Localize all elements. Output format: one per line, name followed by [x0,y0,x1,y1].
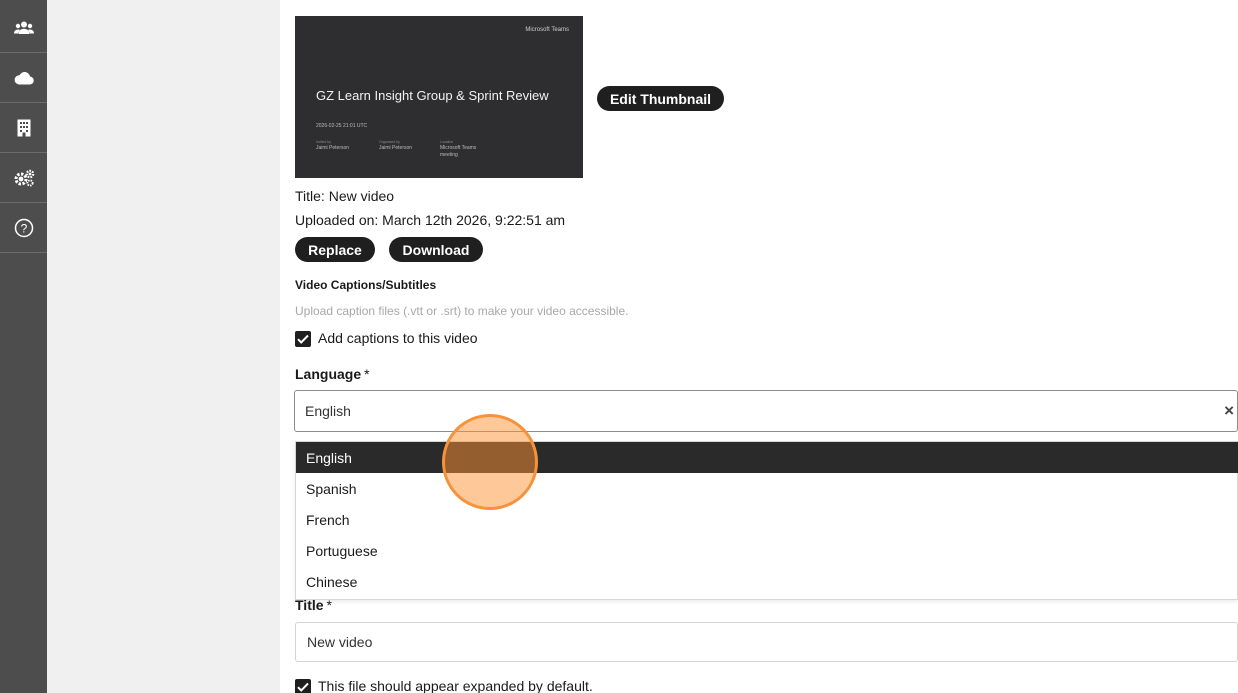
language-option-english[interactable]: English [296,442,1238,473]
checkmark-icon [297,334,309,344]
language-select-value: English [305,403,351,419]
edit-thumbnail-button[interactable]: Edit Thumbnail [597,86,724,111]
expanded-default-label: This file should appear expanded by defa… [318,678,593,693]
sidebar-item-cloud[interactable] [0,53,47,103]
required-mark: * [364,366,370,382]
expanded-default-checkbox[interactable] [295,679,311,693]
thumbnail-brand: Microsoft Teams [525,27,569,33]
sidebar-item-help[interactable]: ? [0,203,47,253]
replace-button[interactable]: Replace [295,237,375,262]
thumbnail-meta-organized: Organized by Jaimi Peterson [379,140,413,151]
language-option-chinese[interactable]: Chinese [296,566,1238,597]
sidebar-item-building[interactable] [0,103,47,153]
help-icon: ? [14,218,33,237]
building-icon [17,119,30,136]
language-label: Language * [295,366,370,382]
captions-hint: Upload caption files (.vtt or .srt) to m… [295,304,629,318]
language-option-french[interactable]: French [296,504,1238,535]
users-icon [13,21,34,34]
caption-title-value: New video [307,634,373,650]
checkmark-icon [297,682,309,692]
title-required-mark: * [326,597,332,613]
download-button[interactable]: Download [389,237,483,262]
caption-title-input[interactable]: New video [295,622,1238,662]
captions-heading: Video Captions/Subtitles [295,278,437,292]
language-option-portuguese[interactable]: Portuguese [296,535,1238,566]
sidebar-item-settings[interactable] [0,153,47,203]
add-captions-checkbox[interactable] [295,331,311,347]
cursor-highlight [442,414,538,510]
thumbnail-meta-location: Location Microsoft Teams meeting [440,140,477,158]
thumbnail-meta-invited: Invited by Jaimi Peterson [316,140,350,151]
cloud-icon [14,71,34,85]
sidebar: ? [0,0,47,693]
add-captions-label: Add captions to this video [318,330,478,346]
clear-icon[interactable]: × [1224,401,1234,421]
sidebar-item-users[interactable] [0,3,47,53]
language-select[interactable]: English × [294,390,1238,432]
video-title-line: Title: New video [295,188,395,204]
video-thumbnail: Microsoft Teams GZ Learn Insight Group &… [295,16,583,178]
thumbnail-heading: GZ Learn Insight Group & Sprint Review [316,88,549,103]
svg-text:?: ? [20,221,27,235]
gears-icon [14,169,34,187]
left-gutter [47,0,280,693]
video-uploaded-line: Uploaded on: March 12th 2026, 9:22:51 am [295,212,566,228]
thumbnail-date: 2026-02-25 21:01 UTC [316,123,368,129]
language-option-spanish[interactable]: Spanish [296,473,1238,504]
caption-title-label: Title * [295,597,332,613]
language-dropdown: English Spanish French Portuguese Chines… [295,441,1238,600]
